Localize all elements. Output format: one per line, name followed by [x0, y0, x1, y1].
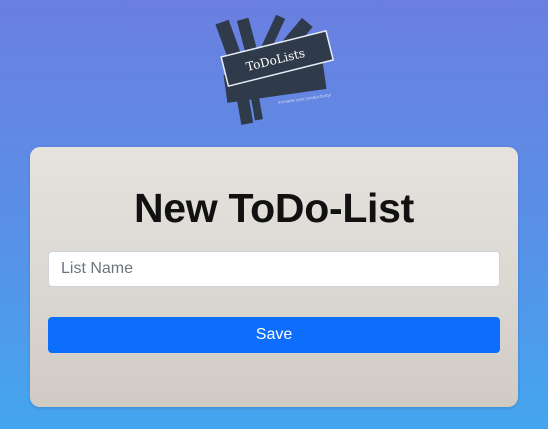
new-list-card: New ToDo-List Save: [30, 147, 518, 407]
list-name-input[interactable]: [48, 251, 500, 287]
todolists-logo: ToDoLists increase your productivity!: [205, 10, 345, 130]
save-button[interactable]: Save: [48, 317, 500, 353]
page-title: New ToDo-List: [133, 185, 415, 231]
